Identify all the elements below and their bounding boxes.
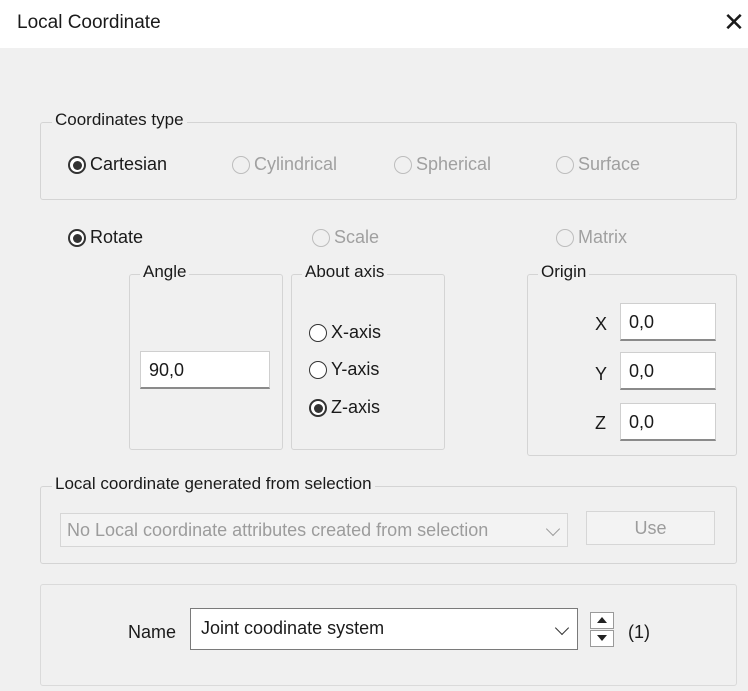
- radio-cylindrical[interactable]: Cylindrical: [232, 154, 337, 175]
- radio-indicator: [309, 323, 327, 342]
- radio-matrix[interactable]: Matrix: [556, 227, 627, 248]
- radio-label: Cylindrical: [254, 154, 338, 174]
- radio-x-axis[interactable]: X-axis: [309, 322, 381, 343]
- arrow-up-icon: [597, 617, 607, 623]
- radio-y-axis[interactable]: Y-axis: [309, 359, 379, 380]
- radio-indicator: [312, 228, 330, 247]
- radio-rotate[interactable]: Rotate: [68, 227, 143, 248]
- radio-label: Y-axis: [331, 359, 380, 379]
- angle-legend: Angle: [140, 262, 190, 282]
- radio-indicator: [68, 228, 86, 247]
- origin-legend: Origin: [538, 262, 590, 282]
- origin-y-input[interactable]: 0,0: [620, 352, 716, 390]
- origin-z-label: Z: [595, 413, 606, 433]
- selection-legend: Local coordinate generated from selectio…: [52, 474, 375, 494]
- radio-indicator: [309, 360, 327, 379]
- origin-x-label: X: [595, 314, 608, 334]
- radio-cartesian[interactable]: Cartesian: [68, 154, 167, 175]
- chevron-down-icon: [554, 620, 570, 636]
- name-counter: (1): [628, 622, 650, 642]
- spin-up-button[interactable]: [590, 612, 614, 629]
- spin-down-button[interactable]: [590, 630, 614, 647]
- radio-label: X-axis: [331, 322, 382, 342]
- origin-x-input[interactable]: 0,0: [620, 303, 716, 341]
- radio-spherical[interactable]: Spherical: [394, 154, 491, 175]
- name-label: Name: [128, 622, 177, 642]
- window-title: Local Coordinate: [17, 12, 161, 33]
- chevron-down-icon: [545, 521, 561, 537]
- name-combo-value: Joint coodinate system: [201, 618, 385, 638]
- origin-z-input[interactable]: 0,0: [620, 403, 716, 441]
- angle-input[interactable]: 90,0: [140, 351, 270, 389]
- radio-label: Matrix: [578, 227, 627, 247]
- coordinates-type-legend: Coordinates type: [52, 110, 187, 130]
- radio-indicator: [394, 155, 412, 174]
- radio-indicator: [309, 398, 327, 417]
- title-bar: Local Coordinate ✕: [0, 0, 748, 48]
- radio-indicator: [232, 155, 250, 174]
- about-axis-legend: About axis: [302, 262, 388, 282]
- radio-label: Spherical: [416, 154, 492, 174]
- radio-label: Scale: [334, 227, 380, 247]
- radio-label: Rotate: [90, 227, 144, 247]
- close-icon[interactable]: ✕: [716, 6, 748, 42]
- selection-combo[interactable]: No Local coordinate attributes created f…: [60, 513, 568, 547]
- origin-y-label: Y: [595, 364, 608, 384]
- radio-scale[interactable]: Scale: [312, 227, 379, 248]
- radio-label: Z-axis: [331, 397, 380, 417]
- radio-label: Surface: [578, 154, 641, 174]
- radio-indicator: [556, 155, 574, 174]
- radio-z-axis[interactable]: Z-axis: [309, 397, 380, 418]
- radio-indicator: [68, 155, 86, 174]
- radio-label: Cartesian: [90, 154, 168, 174]
- name-combo[interactable]: Joint coodinate system: [190, 608, 578, 650]
- radio-indicator: [556, 228, 574, 247]
- local-coordinate-dialog: Local Coordinate ✕ Coordinates type Cart…: [0, 0, 748, 691]
- use-button[interactable]: Use: [586, 511, 715, 545]
- radio-surface[interactable]: Surface: [556, 154, 640, 175]
- arrow-down-icon: [597, 635, 607, 641]
- selection-combo-value: No Local coordinate attributes created f…: [67, 520, 489, 540]
